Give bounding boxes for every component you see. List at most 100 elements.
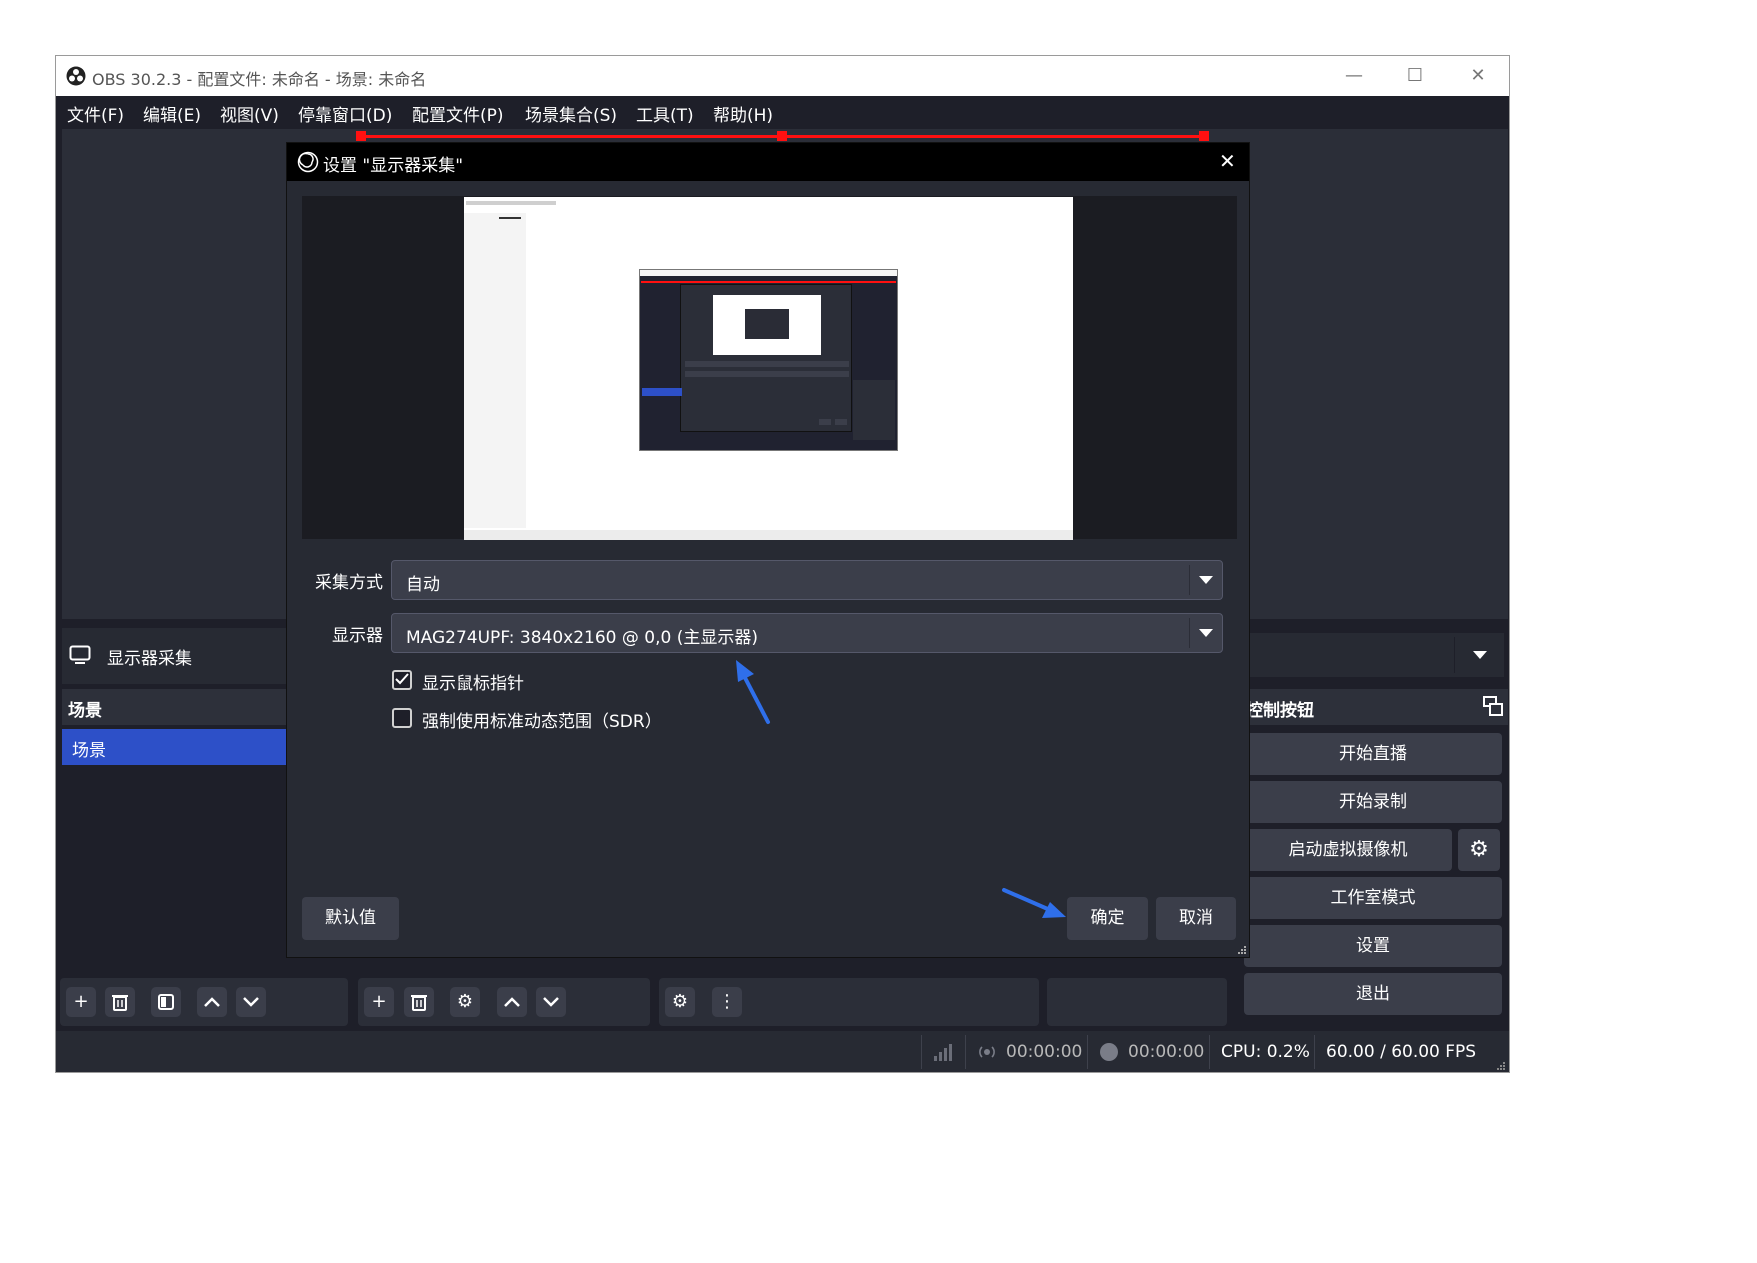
exit-button[interactable]: 退出 [1244,973,1502,1015]
capture-method-label: 采集方式 [315,573,383,593]
status-bar: 00:00:00 00:00:00 CPU: 0.2% 60.00 / 60.0… [56,1031,1509,1072]
combo-divider [1189,565,1190,595]
stream-status-icon [979,1046,995,1058]
cpu-usage: CPU: 0.2% [1221,1042,1310,1062]
title-bar: OBS 30.2.3 - 配置文件: 未命名 - 场景: 未命名 — ☐ ✕ [56,56,1509,96]
menu-scene-collection[interactable]: 场景集合(S) [525,101,617,126]
thumbnail-taskbar [464,530,1073,540]
signal-bars-icon [934,1044,952,1061]
chevron-down-icon [1199,576,1213,584]
thumbnail-screen [713,295,821,355]
start-recording-button[interactable]: 开始录制 [1244,781,1502,823]
gear-icon[interactable]: ⚙ [1458,829,1500,871]
thumbnail-controls [853,380,895,440]
preview-resize-handle[interactable] [777,131,787,141]
status-divider [965,1035,966,1069]
source-name: 显示器采集 [107,649,192,669]
status-divider [921,1035,922,1069]
scenes-dock-header: 场景 [62,689,292,725]
controls-header-label: 控制按钮 [1246,701,1314,721]
thumbnail-button [819,419,831,425]
menu-view[interactable]: 视图(V) [220,101,279,126]
defaults-button[interactable]: 默认值 [302,897,399,940]
ok-button[interactable]: 确定 [1067,897,1148,940]
show-cursor-checkbox[interactable] [392,670,412,690]
menu-file[interactable]: 文件(F) [67,101,124,126]
status-divider [1087,1035,1088,1069]
thumbnail-tab [499,217,521,219]
thumbnail-inner [745,309,789,339]
dialog-title-bar: 设置 "显示器采集" ✕ [287,143,1249,181]
dialog-preview [302,196,1237,540]
record-status-icon [1100,1043,1118,1061]
menu-profile[interactable]: 配置文件(P) [412,101,504,126]
capture-method-value: 自动 [406,575,440,595]
scene-list-item[interactable]: 场景 [62,729,287,765]
record-time: 00:00:00 [1128,1042,1205,1062]
minimize-button[interactable]: — [1342,64,1366,88]
monitor-icon [69,645,91,664]
annotation-arrow-icon [736,660,770,724]
maximize-button[interactable]: ☐ [1403,64,1427,88]
preview-resize-handle[interactable] [356,131,366,141]
transitions-dock [1047,978,1227,1026]
force-sdr-label: 强制使用标准动态范围（SDR） [422,712,662,732]
force-sdr-checkbox[interactable] [392,708,412,728]
annotation-arrow-icon [1002,888,1066,918]
thumbnail-menu [466,201,556,205]
display-value: MAG274UPF: 3840x2160 @ 0,0 (主显示器) [406,628,759,648]
plus-icon[interactable]: + [66,987,96,1017]
chevron-up-icon[interactable] [197,987,227,1017]
captured-screen-thumbnail [464,197,1073,540]
gear-icon[interactable]: ⚙ [450,987,480,1017]
close-button[interactable]: ✕ [1466,64,1490,88]
display-select[interactable]: MAG274UPF: 3840x2160 @ 0,0 (主显示器) [391,613,1223,653]
chevron-down-icon [1199,629,1213,637]
menu-bar: 文件(F) 编辑(E) 视图(V) 停靠窗口(D) 配置文件(P) 场景集合(S… [56,96,1509,128]
close-icon[interactable]: ✕ [1219,149,1236,173]
settings-button[interactable]: 设置 [1244,925,1502,967]
menu-help[interactable]: 帮助(H) [713,101,773,126]
filter-icon[interactable] [151,987,181,1017]
source-properties-combo[interactable] [1246,633,1504,677]
trash-icon[interactable] [404,987,434,1017]
chevron-down-icon [1473,651,1487,659]
source-toolbar: 显示器采集 [62,628,292,684]
thumbnail-sidebar [464,213,526,528]
more-vertical-icon[interactable]: ⋮ [712,987,742,1017]
start-streaming-button[interactable]: 开始直播 [1244,733,1502,775]
plus-icon[interactable]: + [364,987,394,1017]
thumbnail-dialog [680,284,852,432]
scene-item-label: 场景 [72,741,106,761]
display-label: 显示器 [332,626,383,646]
thumbnail-scene-item [642,388,682,396]
studio-mode-button[interactable]: 工作室模式 [1244,877,1502,919]
combo-divider [1189,618,1190,648]
gear-icon[interactable]: ⚙ [665,987,695,1017]
menu-edit[interactable]: 编辑(E) [143,101,201,126]
chevron-down-icon[interactable] [236,987,266,1017]
obs-logo-icon [66,66,86,86]
cancel-button[interactable]: 取消 [1156,897,1236,940]
trash-icon[interactable] [105,987,135,1017]
obs-logo-icon [297,151,319,173]
thumbnail-combo [685,361,849,367]
preview-resize-handle[interactable] [1199,131,1209,141]
combo-divider [1454,637,1455,673]
status-divider [1209,1035,1210,1069]
chevron-up-icon[interactable] [497,987,527,1017]
chevron-down-icon[interactable] [536,987,566,1017]
resize-grip-icon[interactable] [1496,1061,1506,1071]
menu-docks[interactable]: 停靠窗口(D) [298,101,392,126]
sources-toolbar: + ⚙ [358,978,650,1026]
undock-icon[interactable] [1483,696,1503,716]
start-virtual-camera-button[interactable]: 启动虚拟摄像机 [1244,829,1452,871]
resize-grip-icon[interactable] [1237,945,1247,955]
menu-tools[interactable]: 工具(T) [636,101,694,126]
window-title: OBS 30.2.3 - 配置文件: 未命名 - 场景: 未命名 [92,70,427,89]
thumbnail-red-border [641,281,896,283]
show-cursor-label: 显示鼠标指针 [422,674,524,694]
controls-dock-header: 控制按钮 [1240,689,1508,725]
scenes-header-label: 场景 [68,701,102,721]
capture-method-select[interactable]: 自动 [391,560,1223,600]
